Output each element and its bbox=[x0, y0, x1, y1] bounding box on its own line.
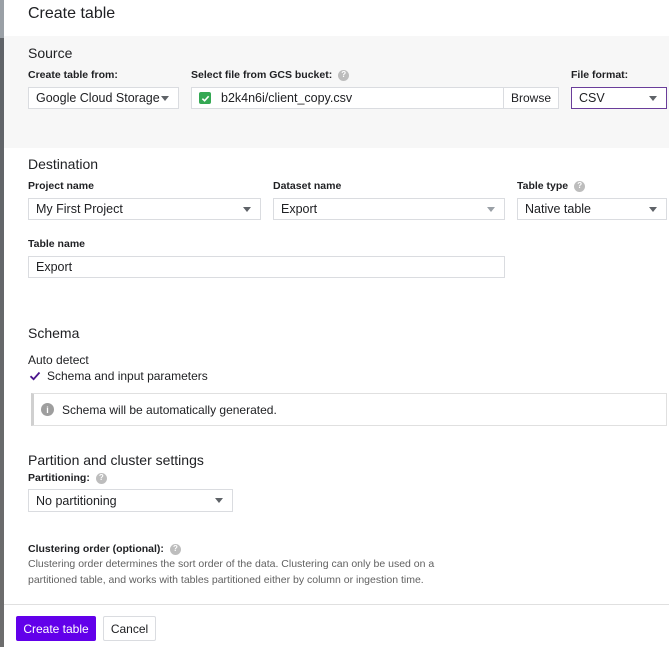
partitioning-label-text: Partitioning: bbox=[28, 472, 90, 484]
partitioning-value: No partitioning bbox=[36, 493, 117, 508]
caret-down-icon bbox=[243, 207, 251, 212]
help-circle-icon[interactable]: ? bbox=[574, 180, 586, 192]
table-type-label-text: Table type bbox=[517, 180, 569, 192]
check-square-icon bbox=[199, 92, 211, 104]
gcs-file-value: b2k4n6i/client_copy.csv bbox=[221, 91, 353, 105]
schema-checkbox-label: Schema and input parameters bbox=[47, 369, 208, 383]
create-from-label: Create table from: bbox=[28, 69, 118, 81]
cancel-button[interactable]: Cancel bbox=[103, 616, 156, 641]
clustering-order-label-text: Clustering order (optional): bbox=[28, 543, 164, 555]
schema-info-text: Schema will be automatically generated. bbox=[62, 402, 277, 417]
caret-down-icon bbox=[161, 96, 169, 101]
table-name-input[interactable]: Export bbox=[28, 256, 505, 278]
dataset-name-label: Dataset name bbox=[273, 180, 341, 192]
caret-down-icon bbox=[649, 207, 657, 212]
caret-down-icon bbox=[487, 207, 495, 212]
schema-auto-detect-checkbox[interactable]: Schema and input parameters bbox=[29, 369, 208, 383]
create-from-label-text: Create table from: bbox=[28, 69, 118, 81]
project-name-select[interactable]: My First Project bbox=[28, 198, 261, 220]
page-title: Create table bbox=[28, 5, 116, 22]
dataset-name-label-text: Dataset name bbox=[273, 180, 342, 192]
table-type-select[interactable]: Native table bbox=[517, 198, 667, 220]
source-section-title: Source bbox=[28, 45, 73, 61]
table-name-value: Export bbox=[36, 260, 73, 274]
help-circle-icon[interactable]: ? bbox=[338, 69, 350, 81]
file-format-select[interactable]: CSV bbox=[571, 87, 667, 109]
info-circle-icon: i bbox=[41, 403, 54, 416]
auto-detect-label: Auto detect bbox=[28, 353, 89, 367]
clustering-order-label: Clustering order (optional): ? bbox=[28, 543, 181, 555]
caret-down-icon bbox=[215, 498, 223, 503]
destination-section-title: Destination bbox=[28, 156, 99, 172]
table-type-value: Native table bbox=[525, 202, 592, 216]
file-format-value: CSV bbox=[579, 91, 605, 105]
gcs-bucket-label-text: Select file from GCS bucket: bbox=[191, 69, 333, 81]
table-type-label: Table type ? bbox=[517, 180, 586, 192]
file-format-label: File format: bbox=[571, 69, 628, 81]
browse-button[interactable]: Browse bbox=[504, 87, 559, 109]
partition-section-title: Partition and cluster settings bbox=[28, 452, 204, 468]
project-name-label-text: Project name bbox=[28, 180, 94, 192]
partitioning-select[interactable]: No partitioning bbox=[28, 489, 233, 512]
partitioning-label: Partitioning: ? bbox=[28, 472, 107, 484]
project-name-label: Project name bbox=[28, 180, 94, 192]
create-table-button[interactable]: Create table bbox=[16, 616, 96, 641]
schema-section-title: Schema bbox=[28, 325, 80, 341]
checkmark-icon[interactable] bbox=[29, 370, 41, 382]
schema-info-banner: i Schema will be automatically generated… bbox=[31, 393, 667, 426]
dataset-name-select[interactable]: Export bbox=[273, 198, 505, 220]
caret-down-icon bbox=[649, 96, 657, 101]
table-name-label-text: Table name bbox=[28, 238, 85, 250]
create-from-value: Google Cloud Storage bbox=[36, 91, 160, 105]
table-name-label: Table name bbox=[28, 238, 85, 250]
help-circle-icon[interactable]: ? bbox=[169, 543, 181, 555]
create-from-select[interactable]: Google Cloud Storage bbox=[28, 87, 179, 109]
gcs-file-input[interactable]: b2k4n6i/client_copy.csv bbox=[191, 87, 504, 109]
project-name-value: My First Project bbox=[36, 202, 123, 216]
gcs-bucket-label: Select file from GCS bucket: ? bbox=[191, 69, 350, 81]
help-circle-icon[interactable]: ? bbox=[95, 472, 107, 484]
file-format-label-text: File format: bbox=[571, 69, 629, 81]
clustering-description: Clustering order determines the sort ord… bbox=[28, 558, 435, 586]
dataset-name-value: Export bbox=[281, 202, 318, 216]
